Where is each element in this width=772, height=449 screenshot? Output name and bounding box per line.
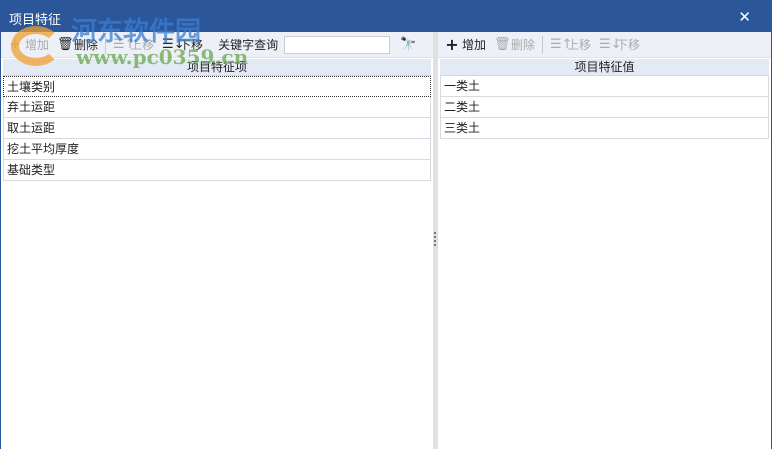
column-header-feature-item[interactable]: 项目特征项	[3, 59, 431, 76]
table-row[interactable]: 挖土平均厚度	[3, 139, 431, 160]
toolbar-separator	[105, 35, 107, 54]
left-add-label: 增加	[25, 38, 50, 52]
close-icon[interactable]: ✕	[738, 8, 751, 26]
trash-icon: 🗑	[494, 37, 511, 52]
table-row[interactable]: 二类土	[440, 97, 769, 118]
right-down-label: 下移	[616, 38, 641, 52]
right-delete-button[interactable]: 🗑 删除	[491, 34, 538, 56]
left-delete-button[interactable]: 🗑 删除	[54, 34, 101, 56]
move-up-icon: ☰↑	[113, 37, 136, 52]
dialog-window: 项目特征 ✕ + 增加 🗑 删除 ☰↑ 上移 ☰↓ 下移 关键字查询 🔭 项目特征项 土…	[0, 0, 772, 449]
left-move-up-button[interactable]: ☰↑ 上移	[110, 34, 157, 56]
left-move-down-button[interactable]: ☰↓ 下移	[159, 34, 206, 56]
left-up-label: 上移	[130, 38, 155, 52]
right-move-up-button[interactable]: ☰↑ 上移	[547, 34, 594, 56]
right-up-label: 上移	[567, 38, 592, 52]
feature-items-pane: + 增加 🗑 删除 ☰↑ 上移 ☰↓ 下移 关键字查询 🔭 项目特征项 土壤类别 弃土运…	[1, 32, 433, 449]
table-row[interactable]: 基础类型	[3, 160, 431, 181]
table-row[interactable]: 一类土	[440, 76, 769, 97]
left-down-label: 下移	[179, 38, 204, 52]
table-row[interactable]: 弃土运距	[3, 97, 431, 118]
left-delete-label: 删除	[74, 38, 99, 52]
right-add-label: 增加	[462, 38, 487, 52]
plus-icon: +	[445, 35, 459, 54]
keyword-search-input[interactable]	[284, 35, 391, 54]
title-bar: 项目特征 ✕	[1, 1, 771, 32]
left-toolbar: + 增加 🗑 删除 ☰↑ 上移 ☰↓ 下移 关键字查询 🔭	[1, 32, 433, 58]
move-down-icon: ☰↓	[162, 37, 185, 52]
table-row[interactable]: 土壤类别	[3, 76, 431, 97]
right-move-down-button[interactable]: ☰↓ 下移	[596, 34, 643, 56]
binoculars-search-icon[interactable]: 🔭	[400, 37, 416, 52]
right-delete-label: 删除	[511, 38, 536, 52]
trash-icon: 🗑	[57, 37, 74, 52]
move-down-icon: ☰↓	[599, 37, 622, 52]
splitter-grip-icon	[434, 232, 436, 246]
table-row[interactable]: 取土运距	[3, 118, 431, 139]
column-header-feature-value[interactable]: 项目特征值	[440, 59, 769, 76]
plus-icon: +	[9, 37, 21, 52]
left-add-button[interactable]: + 增加	[5, 34, 52, 56]
right-add-button[interactable]: + 增加	[442, 34, 489, 56]
right-toolbar: + 增加 🗑 删除 ☰↑ 上移 ☰↓ 下移	[438, 32, 771, 58]
keyword-search-label: 关键字查询	[218, 38, 279, 52]
feature-values-pane: + 增加 🗑 删除 ☰↑ 上移 ☰↓ 下移 项目特征值 一类土 二类土 三类土	[438, 32, 771, 449]
move-up-icon: ☰↑	[550, 37, 573, 52]
table-row[interactable]: 三类土	[440, 118, 769, 139]
toolbar-separator	[542, 35, 544, 54]
window-title: 项目特征	[9, 13, 62, 28]
